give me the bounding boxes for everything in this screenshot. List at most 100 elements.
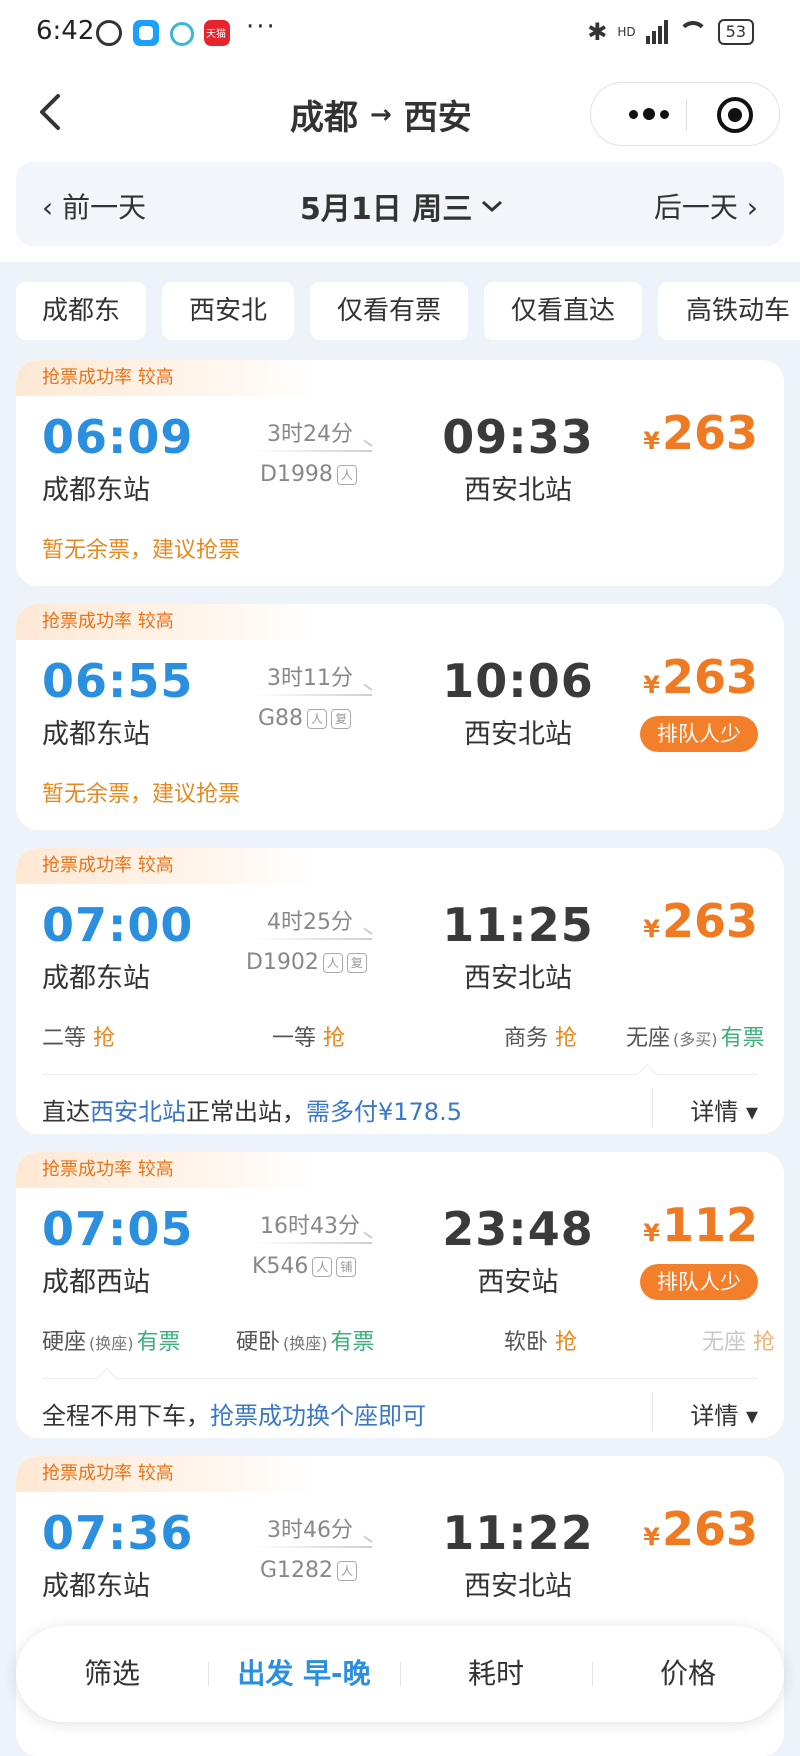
currency-symbol: ¥ <box>643 671 660 699</box>
duration-arrow <box>256 1546 372 1548</box>
id-card-icon: 人 <box>322 952 343 973</box>
chip-direct-only[interactable]: 仅看直达 <box>484 282 642 340</box>
status-bar: 6:42 天猫 ··· ✱ HD 53 <box>0 0 800 70</box>
train-number-row: D1998 人 <box>260 462 357 487</box>
success-rate-badge: 抢票成功率 较高 <box>16 848 316 884</box>
departure-station: 成都东站 <box>42 963 150 994</box>
arrival-station: 西安北站 <box>464 719 572 750</box>
seat-hard-seat[interactable]: 硬座 (换座) 有票 <box>42 1324 181 1356</box>
next-day-label: 后一天 <box>653 191 738 224</box>
seat-business[interactable]: 商务 抢 <box>504 1020 577 1052</box>
seat-soft-sleeper[interactable]: 软卧 抢 <box>504 1324 577 1356</box>
seat-status: 有票 <box>136 1330 181 1355</box>
status-right: ✱ HD 53 <box>587 18 754 46</box>
more-menu-icon[interactable] <box>619 101 679 127</box>
price: ¥263 <box>643 1502 758 1556</box>
route-arrow-icon: → <box>370 99 392 130</box>
seat-standing[interactable]: 无座 抢 <box>702 1324 775 1356</box>
price-value: 112 <box>661 1198 758 1252</box>
currency-symbol: ¥ <box>643 915 660 943</box>
info-part: 直达 <box>42 1098 90 1126</box>
seat-name: 商务 <box>504 1026 549 1051</box>
seat-hard-sleeper[interactable]: 硬卧 (换座) 有票 <box>236 1324 375 1356</box>
battery-icon: 53 <box>717 19 754 45</box>
detail-button[interactable]: 详情 ▾ <box>690 1092 758 1127</box>
train-number: D1998 <box>260 462 333 487</box>
price: ¥263 <box>643 894 758 948</box>
arrival-time: 23:48 <box>442 1202 594 1256</box>
divider <box>652 1392 653 1432</box>
filter-chips: 成都东 西安北 仅看有票 仅看直达 高铁动车 <box>0 282 800 342</box>
train-number-row: K546 人 铺 <box>252 1254 357 1279</box>
destination-city: 西安 <box>403 98 472 138</box>
prev-day-label: 前一天 <box>62 191 147 224</box>
info-part: 正常出站， <box>186 1098 306 1126</box>
train-card[interactable]: 抢票成功率 较高 07:05 成都西站 16时43分 K546 人 铺 23:4… <box>16 1152 784 1438</box>
next-day-button[interactable]: 后一天 › <box>654 186 758 226</box>
arrival-station: 西安北站 <box>464 1571 572 1602</box>
chip-high-speed[interactable]: 高铁动车 <box>658 282 800 340</box>
price-value: 263 <box>661 406 758 460</box>
seat-name: 软卧 <box>504 1330 549 1355</box>
pointer-notch <box>97 1368 117 1388</box>
seat-sub: (换座) <box>283 1334 328 1353</box>
price-value: 263 <box>661 650 758 704</box>
chip-chengdu-east[interactable]: 成都东 <box>16 282 146 340</box>
reissue-icon: 复 <box>346 952 367 973</box>
price: ¥112 <box>643 1198 758 1252</box>
train-card[interactable]: 抢票成功率 较高 06:09 成都东站 3时24分 D1998 人 09:33 … <box>16 360 784 586</box>
route-info-text: 全程不用下车，抢票成功换个座即可 <box>42 1396 426 1431</box>
sort-price-button[interactable]: 价格 <box>592 1626 784 1722</box>
duration-arrow <box>256 938 372 940</box>
train-number: D1902 <box>246 950 319 975</box>
seat-standing[interactable]: 无座 (多买) 有票 <box>626 1020 765 1052</box>
wifi-icon <box>677 21 708 43</box>
sold-out-note: 暂无余票，建议抢票 <box>42 782 241 807</box>
info-part: 抢票成功换个座即可 <box>210 1402 426 1430</box>
info-part: 全程不用下车， <box>42 1402 210 1430</box>
departure-time: 07:00 <box>42 898 194 952</box>
seat-name: 无座 <box>626 1026 671 1051</box>
seat-status: 抢 <box>555 1026 578 1051</box>
arrival-station: 西安北站 <box>464 475 572 506</box>
alarm-icon <box>96 20 122 46</box>
sort-duration-button[interactable]: 耗时 <box>400 1626 592 1722</box>
train-card[interactable]: 抢票成功率 较高 06:55 成都东站 3时11分 G88 人 复 10:06 … <box>16 604 784 830</box>
date-bar: ‹ 前一天 5月1日 周三 后一天 › <box>16 162 784 246</box>
date-picker[interactable]: 5月1日 周三 <box>300 184 504 228</box>
departure-time: 06:55 <box>42 654 194 708</box>
seat-sub: (换座) <box>89 1334 134 1353</box>
arrival-time: 09:33 <box>442 410 594 464</box>
back-icon[interactable] <box>30 90 74 134</box>
train-card[interactable]: 抢票成功率 较高 07:00 成都东站 4时25分 D1902 人 复 11:2… <box>16 848 784 1134</box>
seat-second-class[interactable]: 二等 抢 <box>42 1020 115 1052</box>
current-date: 5月1日 周三 <box>300 192 473 227</box>
reissue-icon: 复 <box>331 708 352 729</box>
seat-name: 无座 <box>702 1330 747 1355</box>
filter-button[interactable]: 筛选 <box>16 1626 208 1722</box>
seat-status: 抢 <box>93 1026 116 1051</box>
prev-day-button[interactable]: ‹ 前一天 <box>42 186 146 226</box>
status-time: 6:42 <box>36 16 95 46</box>
chevron-down-icon <box>482 200 503 213</box>
sort-departure-button[interactable]: 出发 早-晚 <box>208 1626 400 1722</box>
chevron-right-icon: › <box>737 191 758 224</box>
chevron-left-icon: ‹ <box>42 191 63 224</box>
arrival-station: 西安北站 <box>464 963 572 994</box>
currency-symbol: ¥ <box>643 1219 660 1247</box>
miniprogram-capsule <box>590 82 780 146</box>
signal-icon <box>645 20 668 44</box>
seat-name: 硬卧 <box>236 1330 281 1355</box>
duration: 4时25分 <box>267 910 353 935</box>
close-miniprogram-icon[interactable] <box>717 97 753 133</box>
duration: 16时43分 <box>260 1214 360 1239</box>
divider <box>652 1088 653 1128</box>
detail-button[interactable]: 详情 ▾ <box>690 1396 758 1431</box>
seat-sub: (多买) <box>673 1030 718 1049</box>
chip-available-only[interactable]: 仅看有票 <box>310 282 468 340</box>
chip-xian-north[interactable]: 西安北 <box>162 282 294 340</box>
nav-bar: 成都 → 西安 <box>0 78 800 148</box>
seat-first-class[interactable]: 一等 抢 <box>272 1020 345 1052</box>
arrival-time: 11:22 <box>442 1506 594 1560</box>
currency-symbol: ¥ <box>643 1523 660 1551</box>
